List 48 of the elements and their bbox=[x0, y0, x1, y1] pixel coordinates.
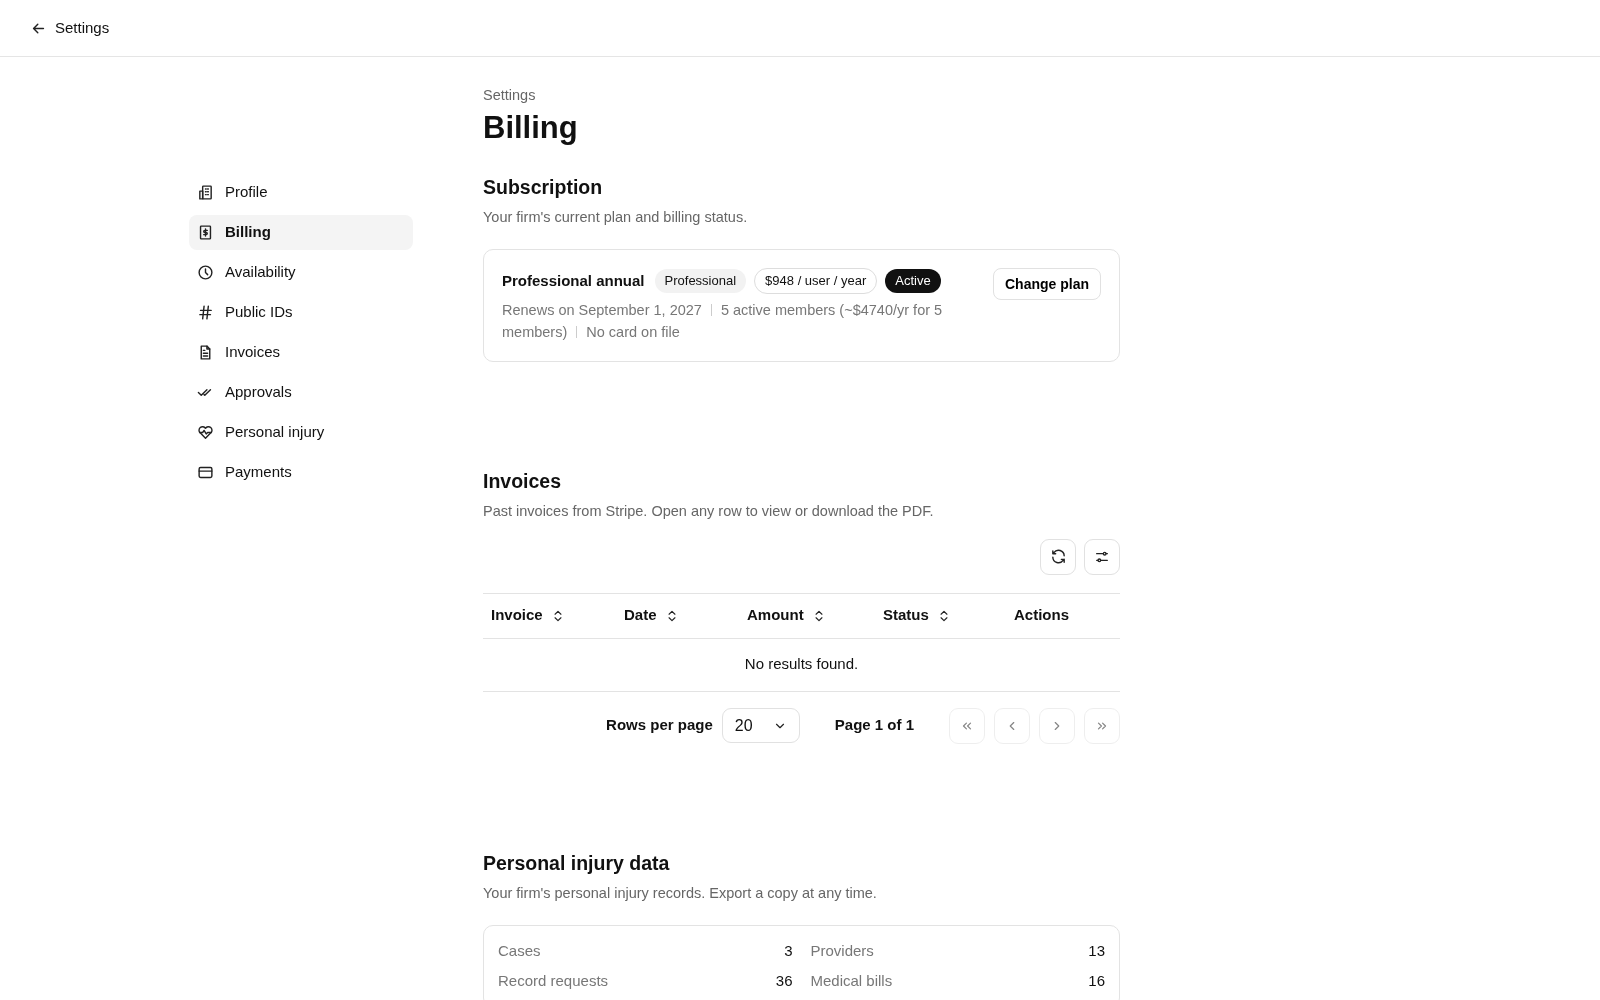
stat-label: Record requests bbox=[498, 971, 609, 992]
section-title: Invoices bbox=[483, 469, 563, 493]
breadcrumb: Settings bbox=[483, 86, 537, 105]
stat-value: 3 bbox=[784, 940, 793, 961]
sidebar-item[interactable]: Availability bbox=[189, 255, 413, 290]
plan-details: Renews on September 1, 2027 5 active members (~$4740/yr for 5 members) No card on file bbox=[502, 300, 944, 342]
page-title: Billing bbox=[483, 108, 579, 146]
heart-pulse-icon bbox=[197, 424, 214, 441]
sidebar-item[interactable]: Public IDs bbox=[189, 295, 413, 330]
sidebar-item[interactable]: Payments bbox=[189, 455, 413, 490]
column-header[interactable]: Amount bbox=[747, 604, 883, 627]
stat-label: Medical bills bbox=[810, 971, 893, 992]
empty-message: No results found. bbox=[483, 638, 1120, 692]
clock-icon bbox=[197, 264, 214, 281]
section-description: Your firm's current plan and billing status. bbox=[483, 208, 749, 228]
back-link[interactable]: Settings bbox=[30, 16, 110, 40]
sidebar-item[interactable]: Personal injury bbox=[189, 415, 413, 450]
column-header[interactable]: Invoice bbox=[491, 604, 624, 627]
credit-card-icon bbox=[197, 464, 214, 481]
receipt-dollar-icon bbox=[197, 224, 214, 241]
building-icon bbox=[197, 184, 214, 201]
stat-label: Cases bbox=[498, 940, 541, 961]
tier-label: Professional bbox=[654, 269, 747, 293]
stat-label: Providers bbox=[810, 940, 874, 961]
column-header: Actions bbox=[1014, 605, 1069, 626]
hash-icon bbox=[197, 304, 214, 321]
section-description: Past invoices from Stripe. Open any row to view or download the PDF. bbox=[483, 501, 935, 521]
stat-value: 13 bbox=[1088, 940, 1105, 961]
sidebar-item[interactable]: Approvals bbox=[189, 375, 413, 410]
sidebar-item[interactable]: Invoices bbox=[189, 335, 413, 370]
rows-per-page-label: Rows per page bbox=[606, 715, 713, 736]
plan-name: Professional annual bbox=[502, 270, 645, 291]
change-plan-button[interactable]: Change plan bbox=[993, 268, 1101, 301]
refresh-button[interactable] bbox=[1040, 538, 1076, 575]
column-header[interactable]: Date bbox=[624, 604, 747, 627]
rows-per-page-select[interactable]: 20 bbox=[721, 708, 800, 744]
sidebar-item[interactable]: Billing bbox=[189, 215, 413, 250]
filter-button[interactable] bbox=[1084, 538, 1120, 575]
status-label: Active bbox=[885, 269, 941, 293]
page-indicator: Page 1 of 1 bbox=[834, 715, 914, 736]
stat-value: 16 bbox=[1088, 971, 1105, 992]
section-description: Your firm's personal injury records. Export a copy at any time. bbox=[483, 884, 878, 904]
stat-value: 36 bbox=[775, 971, 793, 992]
refresh-icon bbox=[1049, 548, 1067, 566]
column-header[interactable]: Status bbox=[883, 604, 1014, 627]
section-title: Personal injury data bbox=[483, 851, 671, 876]
section-title: Subscription bbox=[483, 175, 604, 200]
sidebar-item[interactable]: Profile bbox=[189, 175, 413, 210]
